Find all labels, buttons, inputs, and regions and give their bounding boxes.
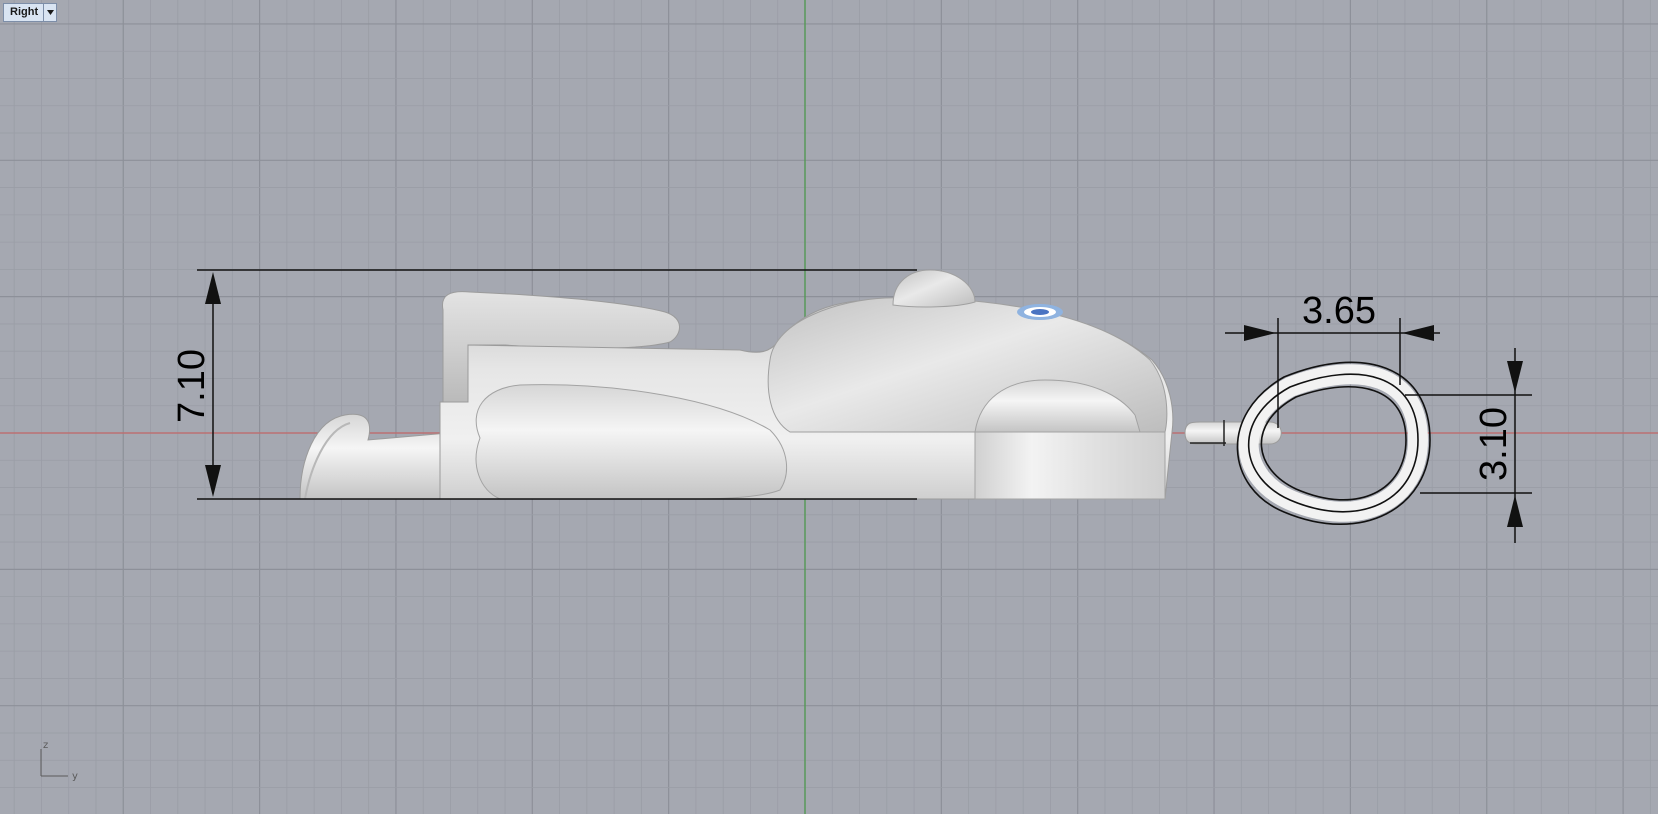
axis-indicator: z y <box>40 740 78 782</box>
arrow-up-icon <box>205 272 221 304</box>
tail-post <box>299 413 449 500</box>
eye-gem <box>1017 304 1063 320</box>
dimension-label-bail-width: 3.65 <box>1302 290 1376 332</box>
chevron-down-icon[interactable] <box>43 4 56 21</box>
viewport-canvas[interactable]: 7.10 3.65 3.10 z y <box>0 0 1658 814</box>
arrow-up-icon <box>1507 495 1523 527</box>
pendant-model[interactable] <box>299 269 1431 526</box>
arrow-down-icon <box>205 465 221 497</box>
base-block <box>974 431 1166 500</box>
axis-label-vertical: z <box>43 740 48 751</box>
viewport-title-tab[interactable]: Right <box>3 3 58 22</box>
arrow-down-icon <box>1507 361 1523 393</box>
dimension-label-overall-height: 7.10 <box>171 349 213 423</box>
axis-label-horizontal: y <box>72 771 78 782</box>
arrow-right-icon <box>1244 325 1276 341</box>
arrow-left-icon <box>1402 325 1434 341</box>
right-viewport[interactable]: 7.10 3.65 3.10 z y Right <box>0 0 1658 814</box>
viewport-name[interactable]: Right <box>4 4 43 21</box>
dimension-label-bail-height: 3.10 <box>1473 407 1515 481</box>
head-bump <box>892 269 976 308</box>
